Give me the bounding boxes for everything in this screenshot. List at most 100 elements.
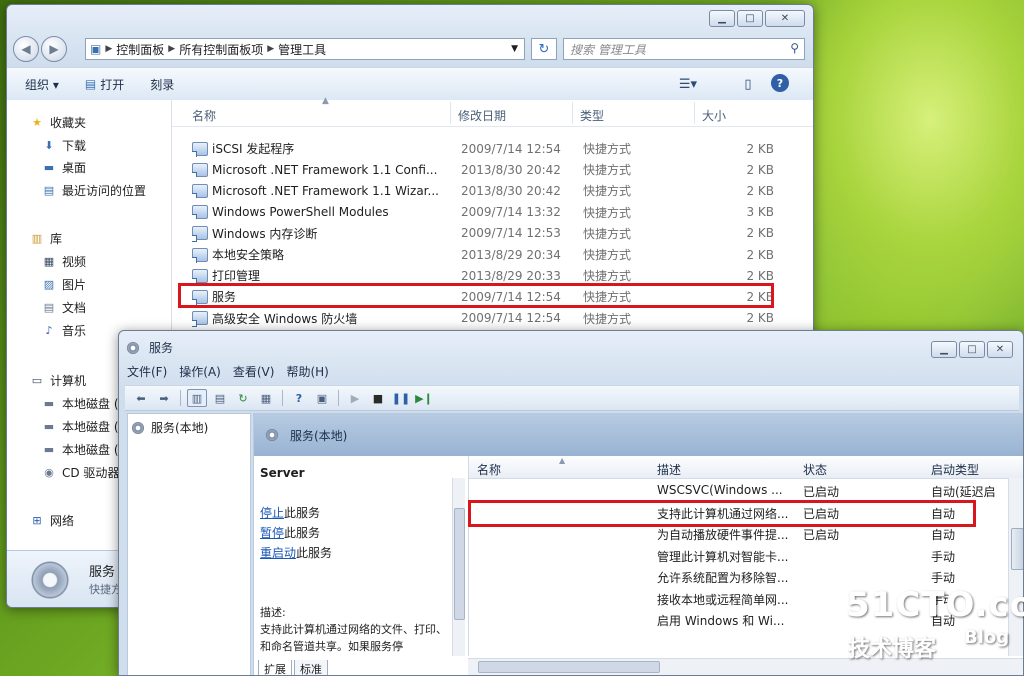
maximize-button[interactable]: □ bbox=[737, 10, 763, 27]
menu-help[interactable]: 帮助(H) bbox=[286, 363, 328, 383]
toolbar-separator bbox=[282, 390, 283, 406]
refresh-icon[interactable]: ↻ bbox=[233, 389, 253, 407]
maximize-button[interactable]: □ bbox=[959, 341, 985, 358]
nav-label: CD 驱动器 bbox=[62, 465, 120, 480]
nav-music[interactable]: ♪ 音乐 bbox=[41, 320, 86, 340]
address-bar[interactable]: ▣ ▶ 控制面板 ▶ 所有控制面板项 ▶ 管理工具 ▼ bbox=[85, 38, 525, 60]
view-options-icon[interactable]: ☰▾ bbox=[677, 74, 699, 94]
console-tree-icon[interactable]: ▥ bbox=[187, 389, 207, 407]
col-description[interactable]: 描述 bbox=[657, 461, 681, 478]
breadcrumb-all-items[interactable]: 所有控制面板项 bbox=[179, 41, 263, 58]
col-divider[interactable] bbox=[694, 102, 695, 124]
file-row[interactable]: Microsoft .NET Framework 1.1 Confi... 201… bbox=[188, 159, 800, 180]
file-row[interactable]: Microsoft .NET Framework 1.1 Wizar... 201… bbox=[188, 180, 800, 201]
menu-action[interactable]: 操作(A) bbox=[179, 363, 221, 383]
menu-file[interactable]: 文件(F) bbox=[127, 363, 167, 383]
col-startup-type[interactable]: 启动类型 bbox=[931, 461, 979, 478]
open-button[interactable]: ▤ 打开 bbox=[77, 73, 132, 96]
nav-videos[interactable]: ▦ 视频 bbox=[41, 251, 86, 271]
services-table-header: 名称 ▲ 描述 状态 启动类型 bbox=[469, 456, 1023, 479]
pause-service-icon[interactable]: ❚❚ bbox=[391, 389, 411, 407]
console-tree: 服务(本地) bbox=[127, 413, 251, 675]
shortcut-icon bbox=[192, 247, 208, 263]
nav-disk-2[interactable]: ▬ 本地磁盘 ( bbox=[41, 416, 119, 436]
tab-standard[interactable]: 标准 bbox=[294, 660, 328, 675]
col-type[interactable]: 类型 bbox=[580, 107, 604, 124]
nav-recent[interactable]: ▤ 最近访问的位置 bbox=[41, 180, 146, 200]
address-dropdown-icon[interactable]: ▼ bbox=[511, 44, 518, 54]
help-icon[interactable]: ? bbox=[771, 74, 789, 92]
preview-pane-icon[interactable]: ▯ bbox=[737, 74, 759, 94]
stop-service-icon[interactable]: ■ bbox=[368, 389, 388, 407]
search-icon[interactable]: ⚲ bbox=[790, 41, 799, 55]
nav-downloads[interactable]: ⬇ 下载 bbox=[41, 135, 86, 155]
file-row[interactable]: iSCSI 发起程序 2009/7/14 12:54 快捷方式 2 KB bbox=[188, 138, 800, 159]
organize-button[interactable]: 组织 ▾ bbox=[17, 73, 67, 96]
pause-link[interactable]: 暂停 bbox=[260, 526, 284, 540]
services-icon bbox=[132, 421, 144, 434]
nav-favorites[interactable]: ★ 收藏夹 bbox=[29, 112, 86, 132]
nav-desktop[interactable]: ▬ 桌面 bbox=[41, 157, 86, 177]
file-name: Windows PowerShell Modules bbox=[212, 205, 389, 220]
service-row[interactable]: Smart Card Removal Pol...允许系统配置为移除智...手动 bbox=[469, 566, 1009, 587]
file-row[interactable]: Windows 内存诊断 2009/7/14 12:53 快捷方式 2 KB bbox=[188, 223, 800, 244]
close-button[interactable]: ✕ bbox=[987, 341, 1013, 358]
scroll-thumb[interactable] bbox=[454, 508, 465, 620]
shortcut-icon bbox=[192, 311, 208, 327]
file-row[interactable]: 本地安全策略 2013/8/29 20:34 快捷方式 2 KB bbox=[188, 244, 800, 265]
scroll-thumb[interactable] bbox=[1011, 528, 1023, 570]
service-row[interactable]: Security CenterWSCSVC(Windows ...已启动自动(延… bbox=[469, 480, 1009, 501]
forward-button[interactable]: ▶ bbox=[41, 36, 67, 62]
file-row[interactable]: Windows PowerShell Modules 2009/7/14 13:3… bbox=[188, 202, 800, 223]
breadcrumb-control-panel[interactable]: 控制面板 bbox=[116, 41, 164, 58]
nav-computer[interactable]: ▭ 计算机 bbox=[29, 370, 86, 390]
nav-documents[interactable]: ▤ 文档 bbox=[41, 297, 86, 317]
col-size[interactable]: 大小 bbox=[702, 107, 726, 124]
service-row[interactable]: Smart Card管理此计算机对智能卡...手动 bbox=[469, 545, 1009, 566]
minimize-button[interactable]: ▁ bbox=[709, 10, 735, 27]
start-service-icon[interactable]: ▶ bbox=[345, 389, 365, 407]
file-size: 3 KB bbox=[746, 205, 774, 220]
tree-services-local[interactable]: 服务(本地) bbox=[132, 419, 208, 436]
nav-disk-3[interactable]: ▬ 本地磁盘 ( bbox=[41, 439, 119, 459]
tree-label: 服务(本地) bbox=[151, 421, 209, 435]
col-date[interactable]: 修改日期 bbox=[458, 107, 506, 124]
col-status[interactable]: 状态 bbox=[803, 461, 827, 478]
description-scrollbar[interactable] bbox=[452, 478, 465, 656]
stop-link[interactable]: 停止 bbox=[260, 506, 284, 520]
restart-link[interactable]: 重启动 bbox=[260, 546, 296, 560]
tab-extended[interactable]: 扩展 bbox=[258, 660, 292, 675]
properties-icon[interactable]: ▤ bbox=[210, 389, 230, 407]
forward-icon[interactable]: ➡ bbox=[154, 389, 174, 407]
restart-service-icon[interactable]: ▶❙ bbox=[414, 389, 434, 407]
file-size: 2 KB bbox=[746, 268, 774, 283]
breadcrumb-admin-tools[interactable]: 管理工具 bbox=[278, 41, 326, 58]
nav-libraries[interactable]: ▥ 库 bbox=[29, 228, 62, 248]
help-icon[interactable]: ? bbox=[289, 389, 309, 407]
back-icon[interactable]: ⬅ bbox=[131, 389, 151, 407]
scroll-thumb[interactable] bbox=[478, 661, 660, 673]
back-button[interactable]: ◀ bbox=[13, 36, 39, 62]
export-list-icon[interactable]: ▦ bbox=[256, 389, 276, 407]
burn-button[interactable]: 刻录 bbox=[142, 73, 182, 96]
col-divider[interactable] bbox=[572, 102, 573, 124]
show-hide-pane-icon[interactable]: ▣ bbox=[312, 389, 332, 407]
services-icon bbox=[266, 429, 278, 441]
col-name[interactable]: 名称 bbox=[192, 107, 216, 124]
minimize-button[interactable]: ▁ bbox=[931, 341, 957, 358]
col-divider[interactable] bbox=[450, 102, 451, 124]
refresh-button[interactable]: ↻ bbox=[531, 38, 557, 60]
search-input[interactable]: 搜索 管理工具 ⚲ bbox=[563, 38, 805, 60]
col-name[interactable]: 名称 bbox=[477, 461, 501, 478]
nav-disk-1[interactable]: ▬ 本地磁盘 ( bbox=[41, 393, 119, 413]
nav-pictures[interactable]: ▨ 图片 bbox=[41, 274, 86, 294]
nav-cd-drive[interactable]: ◉ CD 驱动器 bbox=[41, 462, 119, 482]
network-icon: ⊞ bbox=[32, 513, 42, 527]
menu-view[interactable]: 查看(V) bbox=[233, 363, 275, 383]
banner-title: 服务(本地) bbox=[290, 428, 348, 443]
shortcut-icon bbox=[192, 141, 208, 157]
nav-network[interactable]: ⊞ 网络 bbox=[29, 510, 74, 530]
service-startup: 手动 bbox=[931, 571, 956, 585]
file-row[interactable]: 高级安全 Windows 防火墙 2009/7/14 12:54 快捷方式 2 KB bbox=[188, 308, 800, 329]
close-button[interactable]: ✕ bbox=[765, 10, 805, 27]
